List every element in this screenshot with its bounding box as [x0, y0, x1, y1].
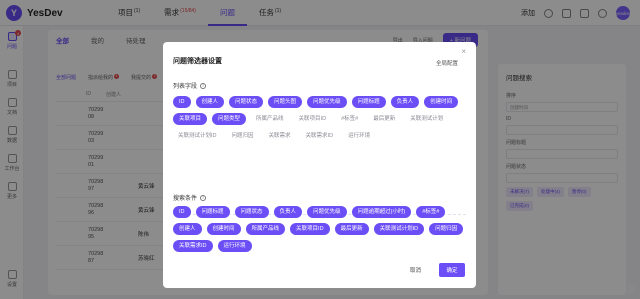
cancel-button[interactable]: 取消 [410, 266, 421, 274]
confirm-button[interactable]: 确定 [439, 263, 465, 277]
field-chip[interactable]: 关联项目ID [294, 113, 332, 125]
field-chip[interactable]: 关联测试计划 [405, 113, 448, 125]
field-chip[interactable]: 最后更新 [368, 113, 400, 125]
field-chip[interactable]: 负责人 [390, 96, 420, 108]
close-icon[interactable]: × [461, 47, 466, 56]
field-chip[interactable]: 问题优先级 [307, 206, 347, 218]
field-chip[interactable]: 问题标题 [195, 206, 230, 218]
list-fields-label: 列表字段 ? [173, 81, 207, 90]
field-chip[interactable]: ID [173, 96, 191, 108]
field-chip[interactable]: 问题头图 [268, 96, 303, 108]
field-chip[interactable]: 关联项目 [173, 113, 208, 125]
field-chip[interactable]: 运行环境 [217, 240, 252, 252]
field-chip[interactable]: 关联需求ID [173, 240, 213, 252]
field-chip[interactable]: 关联需求ID [301, 130, 339, 142]
field-chip[interactable]: 问题类型 [212, 113, 247, 125]
field-chip[interactable]: 创建时间 [206, 223, 241, 235]
help-icon[interactable]: ? [200, 82, 207, 89]
search-conditions-label: 搜索条件 ? [173, 193, 207, 202]
dialog-title: 问题筛选器设置 [173, 58, 222, 65]
field-chip[interactable]: 关联项目ID [290, 223, 330, 235]
field-chip[interactable]: 问题优先级 [307, 96, 347, 108]
search-conditions-chips: ID 问题标题 问题状态 负责人 问题优先级 问题逾期超过(小时) #标签# 创建人 创建时间所… [173, 206, 469, 252]
field-chip[interactable]: 关联测试计划ID [373, 223, 425, 235]
field-chip[interactable]: 问题标题 [351, 96, 386, 108]
field-chip[interactable]: 负责人 [273, 206, 303, 218]
field-chip[interactable]: 创建人 [195, 96, 225, 108]
field-chip[interactable]: #标签# [336, 113, 363, 125]
field-chip[interactable]: 问题归因 [227, 130, 259, 142]
global-config-link[interactable]: 全局配置 [436, 59, 458, 67]
field-chip[interactable]: 问题逾期超过(小时) [351, 206, 412, 218]
field-chip[interactable]: 运行环境 [343, 130, 375, 142]
field-chip[interactable]: 创建时间 [424, 96, 459, 108]
search-conditions-label-text: 搜索条件 [173, 196, 198, 202]
field-chip[interactable]: 问题状态 [234, 206, 269, 218]
field-chip[interactable]: 最后更新 [334, 223, 369, 235]
field-chip[interactable]: #标签# [416, 206, 446, 218]
field-chip[interactable]: 问题状态 [229, 96, 264, 108]
field-chip[interactable]: 所属产品线 [251, 113, 289, 125]
help-icon[interactable]: ? [200, 194, 207, 201]
list-fields-label-text: 列表字段 [173, 84, 198, 90]
field-chip[interactable]: ID [173, 206, 191, 218]
field-chip[interactable]: 关联测试计划ID [173, 130, 222, 142]
field-chip[interactable]: 关联需求 [264, 130, 296, 142]
list-fields-chips: ID 创建人 问题状态 问题头图 问题优先级 问题标题 负责人 创建时间关联项目 问题类型 所属产… [173, 96, 469, 142]
field-chip[interactable]: 创建人 [173, 223, 202, 235]
field-chip[interactable]: 问题归因 [429, 223, 464, 235]
filter-settings-dialog: 问题筛选器设置 × 全局配置 列表字段 ? ID 创建人 问题状态 问题头图 问题优先级… [163, 42, 476, 288]
field-chip[interactable]: 所属产品线 [245, 223, 286, 235]
